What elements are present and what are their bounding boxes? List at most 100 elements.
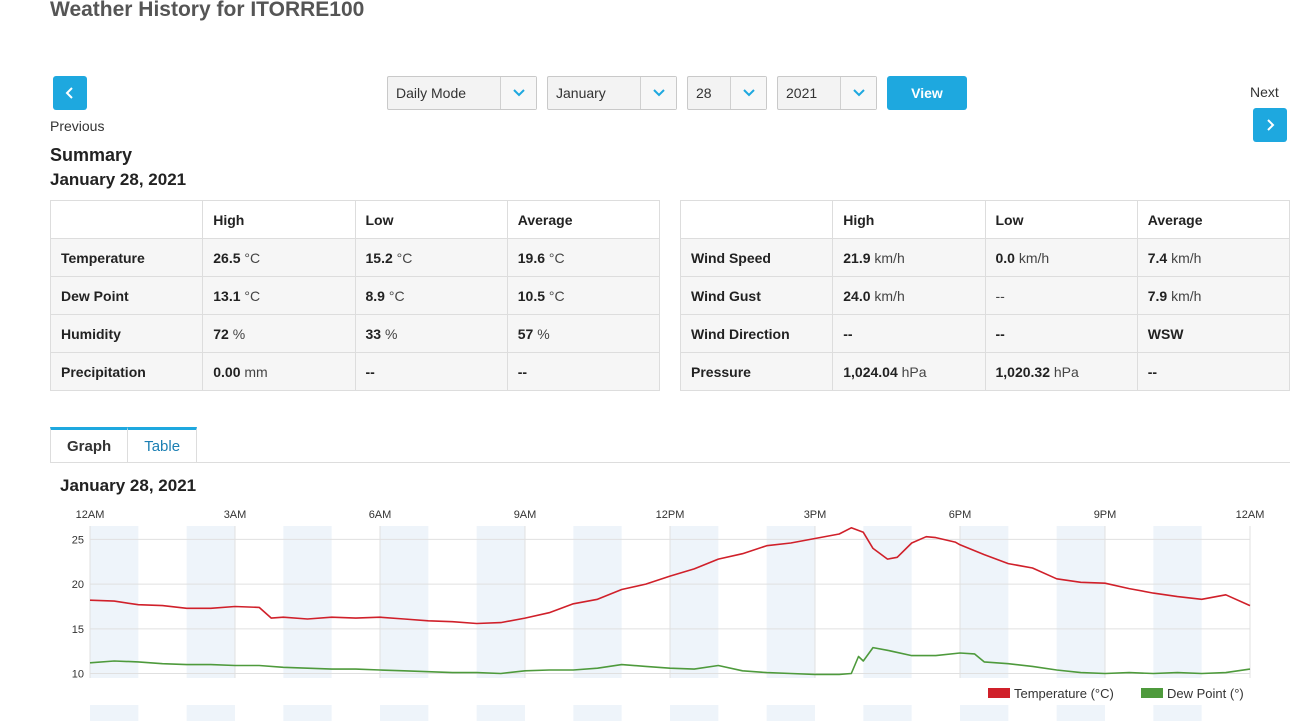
cell-unit: °C <box>548 249 565 266</box>
x-tick-label: 12AM <box>1236 509 1265 521</box>
table-cell: 24.0 km/h <box>832 276 986 315</box>
cell-unit: % <box>384 325 398 342</box>
table-row: Humidity 72 % 33 % 57 % <box>49 314 661 353</box>
cell-unit: °C <box>388 287 405 304</box>
table-cell: 15.2 °C <box>354 238 508 277</box>
cell-value: 72 <box>213 325 229 342</box>
summary-heading: Summary <box>50 145 133 165</box>
cell-unit: °C <box>548 287 565 304</box>
cell-value: 24.0 <box>843 287 871 304</box>
cell-value: 33 <box>365 325 382 342</box>
row-label: Humidity <box>49 314 204 353</box>
column-header: High <box>832 200 986 239</box>
page-title: Weather History for ITORRE100 <box>50 0 365 21</box>
cell-unit: °C <box>244 287 261 304</box>
cell-value: 7.4 <box>1147 249 1168 266</box>
hour-band <box>863 705 912 721</box>
cell-value: 19.6 <box>517 249 545 266</box>
table-cell: 33 % <box>354 314 508 353</box>
hour-band <box>380 526 429 678</box>
cell-unit: mm <box>244 363 268 380</box>
month-value: January <box>556 85 606 101</box>
x-tick-label: 3AM <box>224 509 247 521</box>
table-cell: 57 % <box>506 314 661 353</box>
cell-value: WSW <box>1147 325 1184 342</box>
table-cell: -- <box>506 352 661 391</box>
x-tick-label: 6AM <box>369 509 392 521</box>
previous-button[interactable] <box>53 76 87 110</box>
year-value: 2021 <box>786 85 818 101</box>
previous-label[interactable]: Previous <box>50 118 104 134</box>
hour-band <box>766 526 815 678</box>
day-select[interactable]: 28 <box>687 76 767 110</box>
row-label: Pressure <box>679 352 834 391</box>
table-cell: 10.5 °C <box>506 276 661 315</box>
x-tick-label: 3PM <box>804 509 827 521</box>
next-button[interactable] <box>1253 108 1287 142</box>
table-header-row: High Low Average <box>49 200 661 239</box>
cell-value: 0.00 <box>213 363 241 380</box>
view-button[interactable]: View <box>887 76 967 110</box>
table-row: Dew Point 13.1 °C 8.9 °C 10.5 °C <box>49 276 661 315</box>
hour-band <box>1153 705 1202 721</box>
summary-table-conditions: High Low Average Temperature 26.5 °C 15.… <box>49 200 661 391</box>
table-cell: 0.00 mm <box>202 352 356 391</box>
x-tick-label: 12PM <box>656 509 685 521</box>
row-label: Wind Direction <box>679 314 834 353</box>
cell-value: 21.9 <box>843 249 871 266</box>
chevron-right-icon <box>1267 119 1275 131</box>
legend-temperature-label: Temperature (°C) <box>1014 686 1114 701</box>
mode-value: Daily Mode <box>396 85 467 101</box>
next-label[interactable]: Next <box>1250 84 1279 100</box>
hour-band <box>186 526 235 678</box>
table-cell: WSW <box>1136 314 1291 353</box>
table-cell: 19.6 °C <box>506 238 661 277</box>
month-select[interactable]: January <box>547 76 677 110</box>
cell-value: 0.0 <box>995 249 1015 266</box>
column-header <box>679 200 834 239</box>
table-cell: -- <box>354 352 508 391</box>
y-tick-label: 10 <box>72 669 84 681</box>
row-label: Wind Gust <box>679 276 834 315</box>
legend-temperature-swatch <box>988 688 1010 698</box>
table-cell: -- <box>984 276 1138 315</box>
table-row: Pressure 1,024.04 hPa 1,020.32 hPa -- <box>679 352 1291 391</box>
x-tick-label: 6PM <box>949 509 972 521</box>
y-tick-label: 25 <box>72 534 84 546</box>
mode-select[interactable]: Daily Mode <box>387 76 537 110</box>
hour-band <box>1056 705 1105 721</box>
cell-value: 7.9 <box>1147 287 1168 304</box>
cell-unit: hPa <box>1053 363 1079 380</box>
row-label: Dew Point <box>49 276 204 315</box>
cell-value: 1,024.04 <box>843 363 898 380</box>
table-cell: 7.9 km/h <box>1136 276 1291 315</box>
year-select[interactable]: 2021 <box>777 76 877 110</box>
chevron-down-icon <box>840 77 876 109</box>
table-header-row: High Low Average <box>679 200 1291 239</box>
cell-value: 57 <box>517 325 534 342</box>
hour-band <box>90 705 139 721</box>
hour-band <box>960 705 1009 721</box>
hour-band <box>380 705 429 721</box>
cell-value: 10.5 <box>517 287 545 304</box>
cell-value: -- <box>1147 363 1158 380</box>
tab-table[interactable]: Table <box>128 427 198 463</box>
view-tabs: Graph Table <box>50 427 198 463</box>
cell-unit: % <box>232 325 246 342</box>
tab-graph[interactable]: Graph <box>50 427 129 463</box>
cell-value: -- <box>365 363 375 380</box>
hour-band <box>283 526 332 678</box>
legend-dew-point-label: Dew Point (°) <box>1167 686 1244 701</box>
hour-band <box>1056 526 1105 678</box>
tab-divider <box>50 462 1290 463</box>
hour-band <box>573 705 622 721</box>
row-label: Precipitation <box>49 352 204 391</box>
cell-value: 8.9 <box>365 287 385 304</box>
table-cell: 13.1 °C <box>202 276 356 315</box>
summary-date: January 28, 2021 <box>50 170 187 189</box>
cell-value: -- <box>517 363 528 380</box>
table-row: Wind Gust 24.0 km/h -- 7.9 km/h <box>679 276 1291 315</box>
hour-band <box>90 526 139 678</box>
cell-unit: °C <box>244 249 261 266</box>
hour-band <box>670 526 719 678</box>
